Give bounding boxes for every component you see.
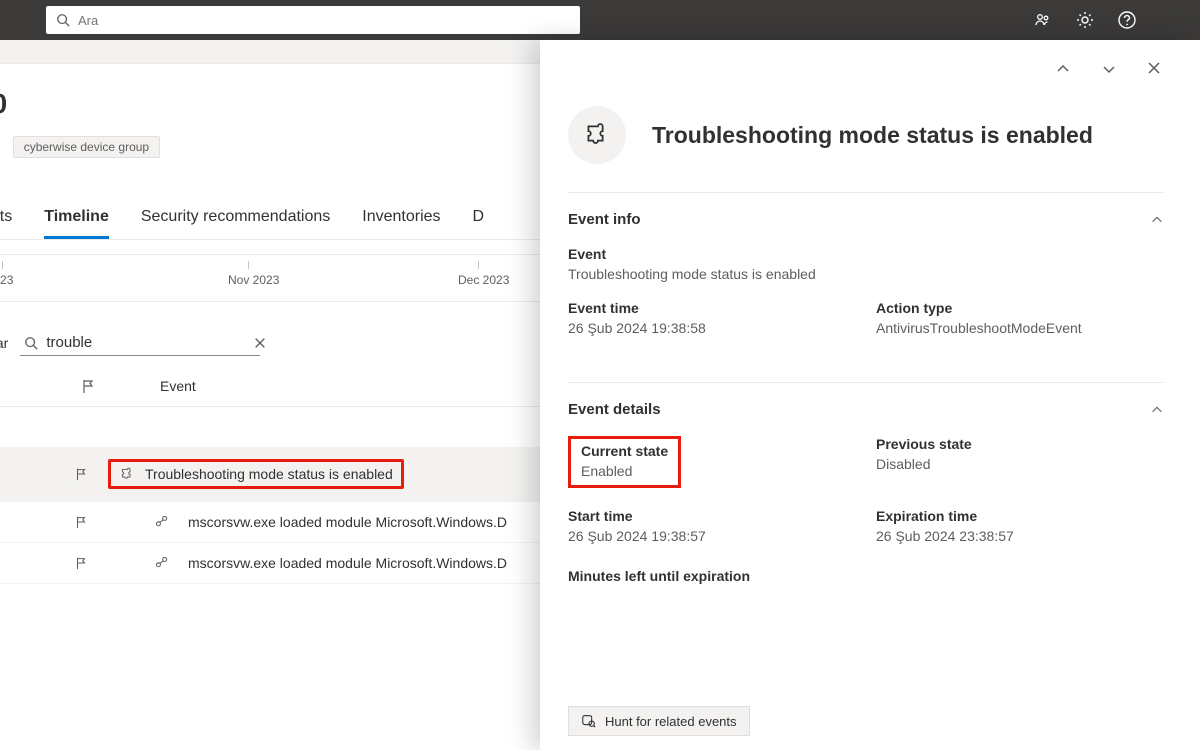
- avatar[interactable]: [1160, 6, 1188, 34]
- hunt-button[interactable]: Hunt for related events: [568, 706, 750, 736]
- gear-icon[interactable]: [1076, 11, 1094, 29]
- link-icon: [154, 555, 170, 571]
- field-value: 26 Şub 2024 19:38:58: [568, 320, 856, 336]
- col-event[interactable]: Event: [160, 378, 196, 394]
- tick-label: Dec 2023: [458, 273, 509, 287]
- puzzle-icon: [568, 106, 626, 164]
- tab-alerts[interactable]: lerts: [0, 200, 12, 239]
- puzzle-icon: [119, 466, 135, 482]
- arrow-up-icon[interactable]: [1054, 60, 1072, 78]
- field-label: Action type: [876, 300, 1164, 316]
- timeline-search-input[interactable]: [46, 334, 245, 351]
- tick-label: Nov 2023: [228, 273, 279, 287]
- field-value: Troubleshooting mode status is enabled: [568, 266, 1164, 282]
- flag-icon[interactable]: [80, 378, 100, 394]
- event-text: Troubleshooting mode status is enabled: [145, 466, 393, 482]
- arrow-down-icon[interactable]: [1100, 60, 1118, 78]
- section-title: Event details: [568, 401, 661, 418]
- flag-icon[interactable]: [74, 515, 90, 529]
- field-label: Minutes left until expiration: [568, 568, 1164, 584]
- field-label: Previous state: [876, 436, 1164, 452]
- tag-fragment: ve: [0, 137, 5, 157]
- event-text: mscorsvw.exe loaded module Microsoft.Win…: [188, 514, 507, 530]
- global-search[interactable]: [46, 6, 580, 34]
- field-value: Enabled: [581, 463, 668, 479]
- clear-icon[interactable]: [253, 336, 267, 350]
- help-icon[interactable]: [1118, 11, 1136, 29]
- chevron-up-icon[interactable]: [1150, 403, 1164, 417]
- field-label: Event: [568, 246, 1164, 262]
- field-label: Current state: [581, 443, 668, 459]
- field-label: Event time: [568, 300, 856, 316]
- event-text: mscorsvw.exe loaded module Microsoft.Win…: [188, 555, 507, 571]
- chevron-up-icon[interactable]: [1150, 213, 1164, 227]
- hunt-icon: [581, 713, 597, 729]
- tab-inventories[interactable]: Inventories: [362, 200, 440, 239]
- search-icon: [56, 13, 70, 27]
- export-label[interactable]: rı Aktar: [0, 335, 8, 351]
- global-search-input[interactable]: [78, 13, 570, 28]
- section-event-details: Event details Current state Enabled Prev…: [568, 382, 1164, 584]
- timeline-search[interactable]: [20, 330, 260, 356]
- search-icon: [24, 336, 38, 350]
- tag-device-group[interactable]: cyberwise device group: [13, 136, 160, 158]
- tick-label: t 2023: [0, 273, 13, 287]
- link-icon: [154, 514, 170, 530]
- field-label: Start time: [568, 508, 856, 524]
- tab-security-recommendations[interactable]: Security recommendations: [141, 200, 330, 239]
- close-icon[interactable]: [1146, 60, 1164, 78]
- flag-icon[interactable]: [74, 467, 90, 481]
- panel-title: Troubleshooting mode status is enabled: [652, 122, 1093, 149]
- hunt-label: Hunt for related events: [605, 714, 737, 729]
- top-bar: [0, 0, 1200, 40]
- section-title: Event info: [568, 211, 641, 228]
- tab-more[interactable]: D: [473, 200, 485, 239]
- tab-timeline[interactable]: Timeline: [44, 200, 109, 239]
- field-value: 26 Şub 2024 19:38:57: [568, 528, 856, 544]
- section-event-info: Event info Event Troubleshooting mode st…: [568, 192, 1164, 354]
- field-value: 26 Şub 2024 23:38:57: [876, 528, 1164, 544]
- field-value: AntivirusTroubleshootModeEvent: [876, 320, 1164, 336]
- field-value: Disabled: [876, 456, 1164, 472]
- field-label: Expiration time: [876, 508, 1164, 524]
- details-panel: Troubleshooting mode status is enabled E…: [540, 40, 1200, 750]
- flag-icon[interactable]: [74, 556, 90, 570]
- feedback-icon[interactable]: [1034, 11, 1052, 29]
